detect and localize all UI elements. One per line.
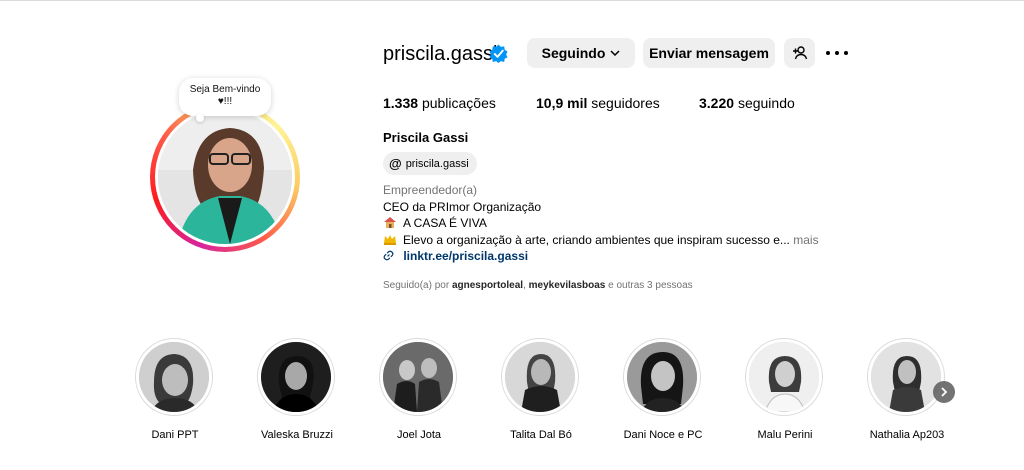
followed-by-suffix: e outras 3 pessoas bbox=[608, 280, 693, 291]
highlight-item[interactable]: Joel Jota bbox=[379, 338, 459, 441]
profile-username: priscila.gassi bbox=[383, 43, 498, 65]
highlight-item[interactable]: Dani Noce e PC bbox=[623, 338, 703, 441]
more-options-button[interactable] bbox=[826, 43, 848, 63]
followed-by-text[interactable]: Seguido(a) por agnesportoleal, meykevila… bbox=[383, 280, 693, 291]
following-count[interactable]: 3.220 seguindo bbox=[699, 95, 795, 111]
profile-avatar[interactable] bbox=[150, 102, 300, 252]
highlight-label: Dani Noce e PC bbox=[623, 429, 703, 441]
following-label: seguindo bbox=[737, 95, 795, 111]
followed-by-prefix: Seguido(a) por bbox=[383, 280, 450, 291]
highlight-label: Talita Dal Bó bbox=[510, 429, 572, 441]
top-divider bbox=[0, 0, 1024, 1]
verified-badge-icon bbox=[489, 44, 508, 63]
bio-line-1: CEO da PRImor Organização bbox=[383, 200, 542, 214]
house-emoji-icon bbox=[384, 217, 396, 228]
profile-category: Empreendedor(a) bbox=[383, 183, 478, 197]
posts-label: publicações bbox=[421, 95, 496, 111]
posts-count: 1.338 publicações bbox=[383, 95, 496, 111]
highlight-cover[interactable] bbox=[623, 338, 701, 416]
followers-count[interactable]: 10,9 mil seguidores bbox=[536, 95, 660, 111]
highlight-label: Valeska Bruzzi bbox=[261, 429, 333, 441]
highlight-item[interactable]: Malu Perini bbox=[745, 338, 825, 441]
following-value: 3.220 bbox=[699, 95, 735, 111]
followed-by-user-2[interactable]: meykevilasboas bbox=[529, 280, 606, 291]
bio-line-2-text: A CASA É VIVA bbox=[403, 216, 487, 230]
highlight-cover[interactable] bbox=[867, 338, 945, 416]
highlight-label: Malu Perini bbox=[757, 429, 813, 441]
profile-external-link[interactable]: linktr.ee/priscila.gassi bbox=[383, 249, 528, 263]
threads-link-chip[interactable]: @ priscila.gassi bbox=[383, 152, 477, 175]
highlight-item[interactable]: Valeska Bruzzi bbox=[257, 338, 337, 441]
highlight-label: Nathalia Ap203 bbox=[869, 429, 945, 441]
following-button[interactable]: Seguindo bbox=[527, 38, 635, 68]
highlight-label: Joel Jota bbox=[396, 429, 442, 441]
highlight-cover[interactable] bbox=[745, 338, 823, 416]
followed-by-user-1[interactable]: agnesportoleal bbox=[452, 280, 523, 291]
highlight-cover[interactable] bbox=[501, 338, 579, 416]
threads-handle: priscila.gassi bbox=[405, 157, 469, 170]
note-line-1: Seja Bem-vindo bbox=[189, 84, 261, 95]
profile-full-name: Priscila Gassi bbox=[383, 130, 469, 145]
highlight-item[interactable]: Dani PPT bbox=[135, 338, 215, 441]
bio-line-3: Elevo a organização à arte, criando ambi… bbox=[383, 233, 819, 247]
dot-icon bbox=[844, 51, 848, 55]
followers-label: seguidores bbox=[591, 95, 660, 111]
link-icon bbox=[383, 249, 397, 263]
crown-emoji-icon bbox=[384, 235, 396, 245]
avatar-photo bbox=[158, 110, 292, 244]
link-text: linktr.ee/priscila.gassi bbox=[403, 249, 529, 263]
threads-icon: @ bbox=[389, 156, 402, 171]
following-button-label: Seguindo bbox=[541, 45, 606, 61]
bio-more-link[interactable]: mais bbox=[793, 233, 818, 247]
chevron-right-icon[interactable] bbox=[933, 381, 955, 403]
note-line-2: ♥!!! bbox=[217, 96, 233, 107]
highlight-cover[interactable] bbox=[135, 338, 213, 416]
add-user-icon bbox=[792, 46, 807, 60]
highlight-item[interactable]: Nathalia Ap203 bbox=[867, 338, 947, 441]
posts-value: 1.338 bbox=[383, 95, 419, 111]
send-message-button[interactable]: Enviar mensagem bbox=[643, 38, 775, 68]
send-message-label: Enviar mensagem bbox=[649, 45, 769, 61]
suggested-users-button[interactable] bbox=[784, 38, 815, 68]
highlight-cover[interactable] bbox=[257, 338, 335, 416]
highlight-item[interactable]: Talita Dal Bó bbox=[501, 338, 581, 441]
followers-value: 10,9 mil bbox=[536, 95, 588, 111]
highlight-cover[interactable] bbox=[379, 338, 457, 416]
note-bubble-tail bbox=[196, 114, 204, 122]
followed-by-separator: , bbox=[523, 280, 526, 291]
chevron-down-icon bbox=[610, 47, 620, 59]
bio-line-2: A CASA É VIVA bbox=[383, 216, 487, 230]
profile-note[interactable]: Seja Bem-vindo ♥!!! bbox=[179, 78, 271, 116]
highlight-label: Dani PPT bbox=[151, 429, 199, 441]
bio-line-3-text: Elevo a organização à arte, criando ambi… bbox=[403, 233, 790, 247]
dot-icon bbox=[835, 51, 839, 55]
dot-icon bbox=[826, 51, 830, 55]
